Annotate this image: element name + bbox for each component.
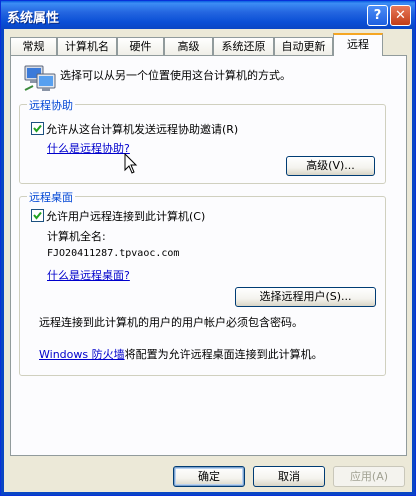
tab-general[interactable]: 常规	[10, 37, 57, 55]
window-border-bottom	[1, 492, 415, 495]
firewall-note: Windows 防火墙将配置为允许远程桌面连接到此计算机。	[39, 346, 323, 362]
tab-automatic-updates[interactable]: 自动更新	[274, 37, 333, 55]
checkmark-icon	[33, 124, 42, 133]
help-button[interactable]: ?	[367, 5, 388, 26]
window-border-right	[412, 29, 415, 495]
computer-fullname-value: FJO20411287.tpvaoc.com	[47, 248, 180, 259]
firewall-note-text: 将配置为允许远程桌面连接到此计算机。	[124, 348, 323, 361]
remote-desktop-title: 远程桌面	[27, 189, 75, 205]
remote-assistance-title: 远程协助	[27, 97, 75, 113]
tab-system-restore[interactable]: 系统还原	[213, 37, 274, 55]
computer-network-icon	[23, 62, 57, 94]
window-border-left	[1, 29, 4, 495]
advanced-button[interactable]: 高级(V)...	[286, 156, 375, 176]
tab-panel-remote: 选择可以从另一个位置使用这台计算机的方式。 远程协助 允许从这台计算机发送远程协…	[10, 55, 407, 456]
title-bar[interactable]: 系统属性 ? ✕	[1, 1, 415, 29]
remote-assistance-checkbox[interactable]	[31, 122, 44, 135]
checkmark-icon	[33, 211, 42, 220]
remote-assistance-checkbox-label[interactable]: 允许从这台计算机发送远程协助邀请(R)	[46, 121, 238, 137]
window-title: 系统属性	[7, 11, 60, 26]
system-properties-window: 系统属性 ? ✕ 常规 计算机名 硬件 高级 系统还原 自动更新 远程 选择可以…	[0, 0, 416, 496]
what-is-remote-desktop-link[interactable]: 什么是远程桌面?	[47, 267, 130, 283]
tab-advanced[interactable]: 高级	[164, 37, 213, 55]
cancel-button[interactable]: 取消	[253, 466, 325, 487]
remote-desktop-checkbox[interactable]	[31, 209, 44, 222]
windows-firewall-link[interactable]: Windows 防火墙	[39, 348, 125, 361]
ok-button[interactable]: 确定	[173, 466, 245, 487]
tab-hardware[interactable]: 硬件	[117, 37, 164, 55]
intro-text: 选择可以从另一个位置使用这台计算机的方式。	[60, 69, 291, 82]
computer-fullname-label: 计算机全名:	[47, 230, 106, 243]
mouse-cursor-icon	[124, 152, 138, 178]
apply-button[interactable]: 应用(A)	[333, 466, 405, 487]
tab-computer-name[interactable]: 计算机名	[57, 37, 117, 55]
close-button[interactable]: ✕	[390, 5, 411, 26]
select-remote-users-button[interactable]: 选择远程用户(S)...	[235, 287, 376, 307]
what-is-remote-assistance-link[interactable]: 什么是远程协助?	[47, 140, 130, 156]
remote-desktop-checkbox-label[interactable]: 允许用户远程连接到此计算机(C)	[46, 208, 205, 224]
password-requirement-note: 远程连接到此计算机的用户的用户帐户必须包含密码。	[39, 316, 303, 329]
tab-remote[interactable]: 远程	[333, 33, 383, 56]
